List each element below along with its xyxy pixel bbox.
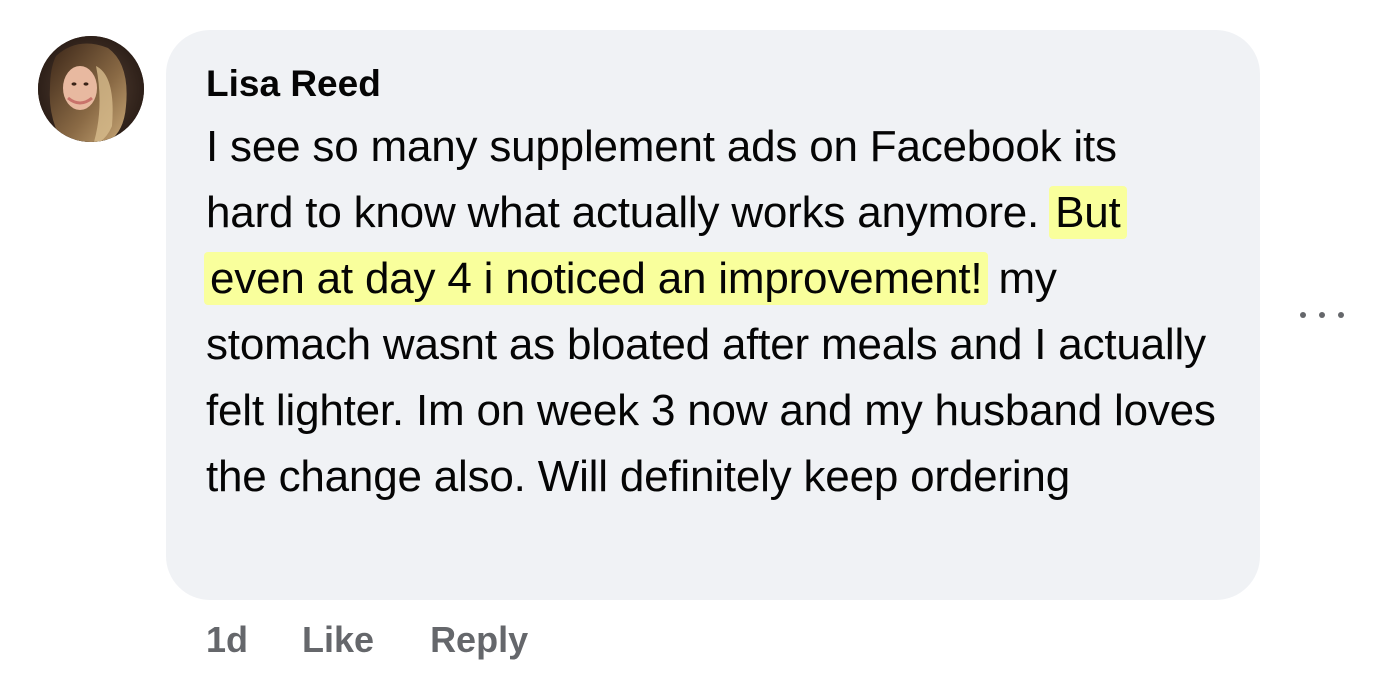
comment-author-name[interactable]: Lisa Reed <box>206 62 1220 106</box>
comment-row: Lisa Reed I see so many supplement ads o… <box>0 0 1392 700</box>
like-button[interactable]: Like <box>302 618 374 662</box>
comment-bubble: Lisa Reed I see so many supplement ads o… <box>166 30 1260 600</box>
avatar[interactable] <box>38 36 144 142</box>
comment-text-before: I see so many supplement ads on Facebook… <box>206 122 1117 237</box>
more-horizontal-icon-dot <box>1338 312 1344 318</box>
reply-button[interactable]: Reply <box>430 618 528 662</box>
comment-text: I see so many supplement ads on Facebook… <box>204 114 1216 510</box>
more-options-button[interactable] <box>1300 300 1344 330</box>
comment-timestamp[interactable]: 1d <box>206 618 248 662</box>
comment-actions: 1d Like Reply <box>206 618 584 662</box>
more-horizontal-icon-dot <box>1300 312 1306 318</box>
more-horizontal-icon-dot <box>1319 312 1325 318</box>
avatar-photo <box>38 36 144 142</box>
